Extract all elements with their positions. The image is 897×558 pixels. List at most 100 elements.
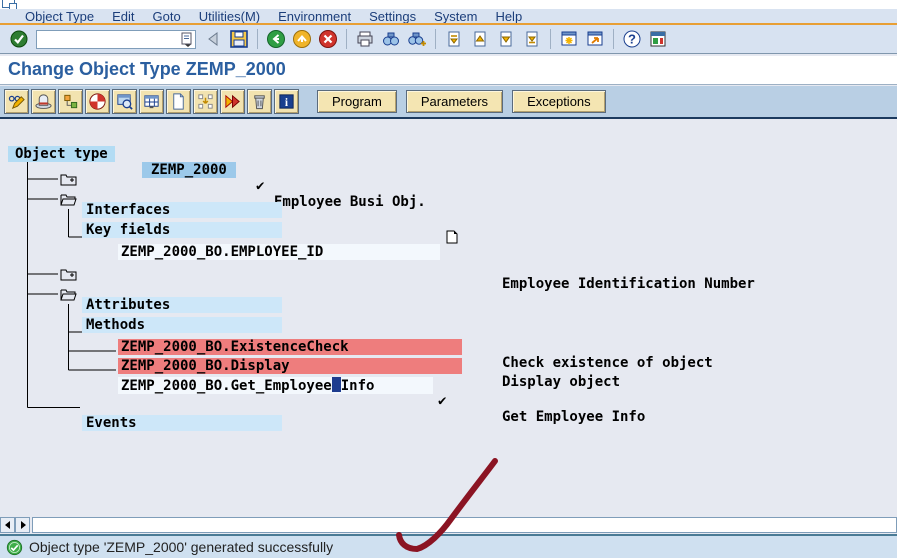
command-field[interactable] <box>36 29 196 49</box>
menu-bar: Object Type Edit Goto Utilities(M) Envir… <box>0 9 897 24</box>
find-icon <box>383 32 399 46</box>
display-change-icon <box>8 95 25 110</box>
program-structure-icon <box>64 94 78 109</box>
last-page-icon <box>526 31 538 47</box>
svg-text:?: ? <box>628 32 636 47</box>
help-button[interactable]: ? <box>620 27 644 51</box>
print-button[interactable] <box>353 27 377 51</box>
generate-icon <box>89 93 106 110</box>
delete-icon <box>254 95 265 110</box>
collapse-icon <box>208 32 218 46</box>
closed-folder-icon[interactable] <box>60 267 77 281</box>
session-window-icon[interactable] <box>2 0 17 10</box>
menu-utilities[interactable]: Utilities(M) <box>190 9 269 24</box>
delete-button[interactable] <box>247 89 272 114</box>
toolbar-separator <box>550 29 551 49</box>
object-tree: Object type ZEMP_2000 ✔ Employee Busi Ob… <box>0 119 897 517</box>
page-title: Change Object Type ZEMP_2000 <box>8 59 286 79</box>
menu-object-type[interactable]: Object Type <box>16 9 103 24</box>
display-object-icon <box>117 94 133 110</box>
next-page-icon <box>500 31 512 47</box>
exit-button[interactable] <box>290 27 314 51</box>
program-structure-button[interactable] <box>58 89 83 114</box>
tree-row-method-get-employee-info[interactable]: ZEMP_2000_BO.Get_Employee Info ✔ Get Empl… <box>0 361 897 425</box>
menu-help[interactable]: Help <box>486 9 531 24</box>
status-message: Object type 'ZEMP_2000' generated succes… <box>29 539 334 555</box>
test-button[interactable] <box>31 89 56 114</box>
back-button[interactable] <box>264 27 288 51</box>
save-icon <box>230 30 248 48</box>
key-field-name[interactable]: ZEMP_2000_BO.EMPLOYEE_ID <box>118 244 440 260</box>
command-history-icon[interactable] <box>180 32 194 47</box>
new-session-button[interactable] <box>557 27 581 51</box>
display-change-button[interactable] <box>4 89 29 114</box>
find-next-icon <box>408 32 426 46</box>
first-page-icon <box>448 31 460 47</box>
tree-row-method-display[interactable]: ZEMP_2000_BO.Display Display object <box>0 342 897 390</box>
folder-label: Events <box>82 415 282 431</box>
tree-row-method-existencecheck[interactable]: ZEMP_2000_BO.ExistenceCheck Check existe… <box>0 323 897 371</box>
tree-row-object-type[interactable]: Object type ZEMP_2000 ✔ Employee Busi Ob… <box>0 130 897 210</box>
application-toolbar: i Program Parameters Exceptions <box>0 86 897 117</box>
tree-row-events[interactable]: Events <box>0 399 897 431</box>
find-button[interactable] <box>379 27 403 51</box>
first-page-button[interactable] <box>442 27 466 51</box>
menu-edit[interactable]: Edit <box>103 9 143 24</box>
text-cursor <box>331 377 341 392</box>
scroll-right-button[interactable] <box>15 517 30 533</box>
where-used-icon <box>198 94 213 109</box>
previous-page-button[interactable] <box>468 27 492 51</box>
customize-icon <box>650 31 666 47</box>
tree-row-key-field-employee-id[interactable]: ZEMP_2000_BO.EMPLOYEE_ID Employee Identi… <box>0 228 897 292</box>
menu-goto[interactable]: Goto <box>144 9 190 24</box>
parameters-button[interactable]: Parameters <box>405 90 504 113</box>
enter-button[interactable] <box>7 27 31 51</box>
generate-button[interactable] <box>85 89 110 114</box>
collapse-toolbar-button[interactable] <box>201 27 225 51</box>
closed-folder-icon[interactable] <box>60 172 77 186</box>
tree-row-key-fields[interactable]: Key fields <box>0 190 897 238</box>
find-next-button[interactable] <box>405 27 429 51</box>
last-page-button[interactable] <box>520 27 544 51</box>
create-shortcut-button[interactable] <box>583 27 607 51</box>
open-folder-icon[interactable] <box>60 192 77 206</box>
menu-system[interactable]: System <box>425 9 486 24</box>
execute-button[interactable] <box>220 89 245 114</box>
execute-icon <box>225 94 240 109</box>
tree-row-methods[interactable]: Methods <box>0 285 897 333</box>
exceptions-button[interactable]: Exceptions <box>512 90 606 113</box>
open-folder-icon[interactable] <box>60 287 77 301</box>
menu-settings[interactable]: Settings <box>360 9 425 24</box>
toolbar-separator <box>435 29 436 49</box>
create-button[interactable] <box>166 89 191 114</box>
scroll-left-button[interactable] <box>0 517 15 533</box>
program-button[interactable]: Program <box>317 90 397 113</box>
enter-icon <box>10 30 28 48</box>
standard-toolbar: ? <box>0 25 897 54</box>
new-session-icon <box>561 31 577 46</box>
status-bar: Object type 'ZEMP_2000' generated succes… <box>0 534 897 558</box>
object-type-label: Object type <box>8 146 115 162</box>
documentation-button[interactable]: i <box>274 89 299 114</box>
customize-layout-button[interactable] <box>646 27 670 51</box>
create-icon <box>173 93 184 110</box>
tree-row-attributes[interactable]: Attributes <box>0 265 897 313</box>
table-view-icon <box>144 95 159 109</box>
horizontal-scrollbar <box>0 517 897 533</box>
tree-row-interfaces[interactable]: Interfaces <box>0 170 897 218</box>
save-button[interactable] <box>227 27 251 51</box>
previous-page-icon <box>474 31 486 47</box>
method-name-selected[interactable]: ZEMP_2000_BO.Get_Employee Info <box>118 377 433 394</box>
display-object-button[interactable] <box>112 89 137 114</box>
toolbar-separator <box>346 29 347 49</box>
scrollbar-track[interactable] <box>32 517 897 533</box>
cancel-button[interactable] <box>316 27 340 51</box>
where-used-button[interactable] <box>193 89 218 114</box>
cancel-icon <box>319 30 337 48</box>
shortcut-icon <box>587 31 603 46</box>
back-icon <box>267 30 285 48</box>
table-view-button[interactable] <box>139 89 164 114</box>
toolbar-separator <box>613 29 614 49</box>
menu-environment[interactable]: Environment <box>269 9 360 24</box>
next-page-button[interactable] <box>494 27 518 51</box>
